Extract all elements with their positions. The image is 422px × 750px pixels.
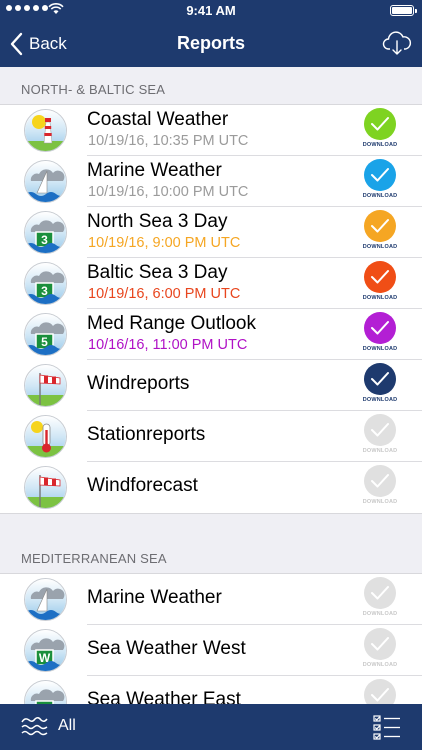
report-row[interactable]: Coastal Weather 10/19/16, 10:35 PM UTC DOW… — [0, 105, 422, 156]
checkmark-icon — [364, 414, 396, 446]
report-row[interactable]: E Sea Weather East DOWNLOAD — [0, 676, 422, 704]
checkmark-icon — [364, 465, 396, 497]
download-label: DOWNLOAD — [362, 295, 398, 301]
report-title: Stationreports — [87, 424, 206, 445]
report-row[interactable]: Marine Weather 10/19/16, 10:00 PM UTC DOWN… — [0, 156, 422, 207]
download-button[interactable]: DOWNLOAD — [358, 312, 402, 358]
download-label: DOWNLOAD — [362, 448, 398, 454]
battery-icon — [390, 5, 417, 16]
download-button[interactable]: DOWNLOAD — [358, 363, 402, 409]
checkmark-icon — [364, 159, 396, 191]
report-title: North Sea 3 Day — [87, 211, 228, 232]
download-button[interactable]: DOWNLOAD — [358, 465, 402, 511]
download-label: DOWNLOAD — [362, 346, 398, 352]
status-bar: 9:41 AM — [0, 0, 422, 20]
download-label: DOWNLOAD — [362, 142, 398, 148]
report-date: 10/19/16, 9:00 PM UTC — [88, 235, 241, 251]
badge-e-icon: E — [24, 680, 67, 704]
badge-3-icon: 3 — [24, 262, 67, 305]
download-label: DOWNLOAD — [362, 397, 398, 403]
report-title: Sea Weather West — [87, 638, 246, 659]
section-header: NORTH- & BALTIC SEA — [21, 82, 166, 97]
download-label: DOWNLOAD — [362, 611, 398, 617]
report-row[interactable]: 3 Baltic Sea 3 Day 10/19/16, 6:00 PM UTC DO… — [0, 258, 422, 309]
download-button[interactable]: DOWNLOAD — [358, 679, 402, 704]
report-date: 10/19/16, 10:35 PM UTC — [88, 133, 249, 149]
section-list: Marine Weather DOWNLOAD W Sea Weather West D… — [0, 573, 422, 704]
sailboat-icon — [24, 578, 67, 621]
section-list: Coastal Weather 10/19/16, 10:35 PM UTC DOW… — [0, 104, 422, 514]
checklist-icon[interactable] — [372, 714, 402, 742]
waves-icon — [21, 716, 48, 736]
report-row[interactable]: Windreports DOWNLOAD — [0, 360, 422, 411]
download-button[interactable]: DOWNLOAD — [358, 159, 402, 205]
windsock-icon — [24, 466, 67, 509]
badge-3-icon: 3 — [24, 211, 67, 254]
download-label: DOWNLOAD — [362, 193, 398, 199]
checkmark-icon — [364, 577, 396, 609]
report-title: Windreports — [87, 373, 190, 394]
report-date: 10/19/16, 6:00 PM UTC — [88, 286, 241, 302]
report-title: Sea Weather East — [87, 689, 241, 704]
all-filter-label: All — [58, 717, 76, 734]
report-title: Coastal Weather — [87, 109, 229, 130]
report-title: Baltic Sea 3 Day — [87, 262, 228, 283]
report-row[interactable]: Stationreports DOWNLOAD — [0, 411, 422, 462]
windsock-icon — [24, 364, 67, 407]
report-title: Windforecast — [87, 475, 198, 496]
report-date: 10/16/16, 11:00 PM UTC — [88, 337, 248, 353]
reports-list[interactable]: NORTH- & BALTIC SEA Coastal Weather 10/19/… — [0, 67, 422, 704]
download-label: DOWNLOAD — [362, 499, 398, 505]
badge-5-icon: 5 — [24, 313, 67, 356]
checkmark-icon — [364, 363, 396, 395]
report-row[interactable]: Windforecast DOWNLOAD — [0, 462, 422, 513]
download-button[interactable]: DOWNLOAD — [358, 210, 402, 256]
checkmark-icon — [364, 210, 396, 242]
download-label: DOWNLOAD — [362, 662, 398, 668]
report-title: Med Range Outlook — [87, 313, 256, 334]
checkmark-icon — [364, 628, 396, 660]
report-row[interactable]: 3 North Sea 3 Day 10/19/16, 9:00 PM UTC DOW… — [0, 207, 422, 258]
checkmark-icon — [364, 312, 396, 344]
navigation-bar: 9:41 AM Back Reports — [0, 0, 422, 67]
download-button[interactable]: DOWNLOAD — [358, 261, 402, 307]
download-button[interactable]: DOWNLOAD — [358, 577, 402, 623]
all-filter-button[interactable]: All — [20, 714, 76, 738]
download-label: DOWNLOAD — [362, 244, 398, 250]
bottom-toolbar: All — [0, 704, 422, 750]
report-row[interactable]: Marine Weather DOWNLOAD — [0, 574, 422, 625]
section-header: MEDITERRANEAN SEA — [21, 551, 167, 566]
checkmark-icon — [364, 261, 396, 293]
report-title: Marine Weather — [87, 587, 222, 608]
status-time: 9:41 AM — [186, 3, 236, 18]
download-button[interactable]: DOWNLOAD — [358, 414, 402, 460]
report-date: 10/19/16, 10:00 PM UTC — [88, 184, 249, 200]
lighthouse-icon — [24, 109, 67, 152]
badge-w-icon: W — [24, 629, 67, 672]
thermometer-icon — [24, 415, 67, 458]
report-row[interactable]: W Sea Weather West DOWNLOAD — [0, 625, 422, 676]
sailboat-icon — [24, 160, 67, 203]
checkmark-icon — [364, 679, 396, 704]
cloud-download-icon[interactable] — [382, 30, 412, 56]
report-row[interactable]: 5 Med Range Outlook 10/16/16, 11:00 PM UTC… — [0, 309, 422, 360]
download-button[interactable]: DOWNLOAD — [358, 108, 402, 154]
download-button[interactable]: DOWNLOAD — [358, 628, 402, 674]
report-title: Marine Weather — [87, 160, 222, 181]
checkmark-icon — [364, 108, 396, 140]
page-title: Reports — [176, 33, 245, 53]
